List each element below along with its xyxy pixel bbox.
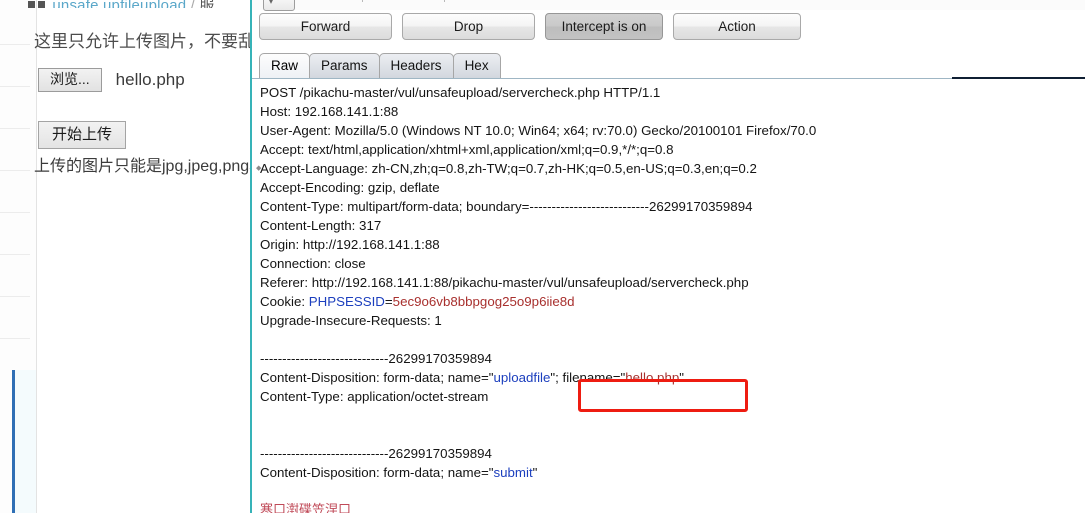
req-line-content-type: Content-Type: multipart/form-data; bound… <box>260 199 753 214</box>
upload-notice-text: 这里只允许上传图片，不要乱搞 <box>34 32 272 51</box>
panel-dropdown-button[interactable]: ▾ <box>263 0 295 11</box>
req-line-content-length: Content-Length: 317 <box>260 218 382 233</box>
req-line-upgrade: Upgrade-Insecure-Requests: 1 <box>260 313 442 328</box>
cookie-value: 5ec9o6vb8bbpgog25o9p6iie8d <box>392 294 575 309</box>
rail-active-indicator <box>12 370 15 513</box>
forward-button[interactable]: Forward <box>259 13 392 40</box>
page-title-bar: unsafe upfileupload / 服 <box>28 0 258 8</box>
file-picker-row: 浏览... hello.php <box>38 68 185 92</box>
action-button[interactable]: Action <box>673 13 801 40</box>
editor-scroll-marker: ◆ <box>256 165 262 172</box>
req-line-accept: Accept: text/html,application/xhtml+xml,… <box>260 142 674 157</box>
grid-icon <box>28 1 35 8</box>
rail-highlight-tint <box>15 370 36 513</box>
selected-filename-label: hello.php <box>115 70 185 89</box>
tab-hex[interactable]: Hex <box>452 53 501 78</box>
body-disposition-submit: Content-Disposition: form-data; name="su… <box>260 466 537 480</box>
tab-headers[interactable]: Headers <box>378 53 454 78</box>
body-boundary-2: -----------------------------26299170359… <box>260 446 492 461</box>
title-separator: / <box>191 0 195 8</box>
divider-tick-1 <box>362 0 363 2</box>
tab-params[interactable]: Params <box>309 53 380 78</box>
intercept-toolbar: Forward Drop Intercept is on Action <box>259 13 801 40</box>
body-mojibake-text: 寒口濧碟笠涅口 <box>260 503 352 513</box>
req-line-cookie: Cookie: PHPSESSID=5ec9o6vb8bbpgog25o9p6i… <box>260 295 575 309</box>
body-part-content-type: Content-Type: application/octet-stream <box>260 389 489 404</box>
req-line-origin: Origin: http://192.168.141.1:88 <box>260 237 440 252</box>
grid-icon-2 <box>38 1 45 8</box>
burp-intercept-panel: ▾ Forward Drop Intercept is on Action Ra… <box>250 0 1085 513</box>
start-upload-button[interactable]: 开始上传 <box>38 121 127 149</box>
allowed-formats-hint: 上传的图片只能是jpg,jpeg,png格式 <box>34 158 282 175</box>
req-line-accept-encoding: Accept-Encoding: gzip, deflate <box>260 180 440 195</box>
page-subtitle: 服 <box>199 0 214 8</box>
disposition-file-filename: hello.php <box>625 370 680 385</box>
intercept-toggle-button[interactable]: Intercept is on <box>545 13 663 40</box>
disposition-file-field-name: uploadfile <box>493 370 551 385</box>
panel-top-strip <box>252 0 1085 10</box>
req-line-connection: Connection: close <box>260 256 366 271</box>
raw-request-editor[interactable]: POST /pikachu-master/vul/unsafeupload/se… <box>255 81 1085 513</box>
body-disposition-file: Content-Disposition: form-data; name="up… <box>260 371 684 385</box>
disposition-file-middle: "; filename=" <box>550 370 626 385</box>
tab-raw[interactable]: Raw <box>259 53 311 78</box>
req-line-accept-language: Accept-Language: zh-CN,zh;q=0.8,zh-TW;q=… <box>260 161 757 176</box>
cookie-equals: = <box>384 294 393 309</box>
disposition-submit-prefix: Content-Disposition: form-data; name=" <box>260 465 494 480</box>
divider-tick-2 <box>444 0 445 2</box>
drop-button[interactable]: Drop <box>402 13 535 40</box>
req-line-host: Host: 192.168.141.1:88 <box>260 104 399 119</box>
req-line-request: POST /pikachu-master/vul/unsafeupload/se… <box>260 85 661 100</box>
disposition-submit-suffix: " <box>532 465 538 480</box>
panel-horizontal-divider <box>952 77 1085 79</box>
disposition-file-prefix: Content-Disposition: form-data; name=" <box>260 370 494 385</box>
body-boundary-1: -----------------------------26299170359… <box>260 351 492 366</box>
page-title: unsafe upfileupload <box>52 0 186 8</box>
screenshot-root: unsafe upfileupload / 服 这里只允许上传图片，不要乱搞 浏… <box>0 0 1085 513</box>
req-line-user-agent: User-Agent: Mozilla/5.0 (Windows NT 10.0… <box>260 123 817 138</box>
chevron-down-icon: ▾ <box>269 0 274 6</box>
cookie-label: Cookie: <box>260 294 309 309</box>
browse-button[interactable]: 浏览... <box>38 68 102 92</box>
message-view-tabs: Raw Params Headers Hex <box>259 51 501 78</box>
cookie-name: PHPSESSID <box>308 294 385 309</box>
disposition-file-suffix: " <box>679 370 684 385</box>
disposition-submit-field-name: submit <box>493 465 533 480</box>
req-line-referer: Referer: http://192.168.141.1:88/pikachu… <box>260 275 749 290</box>
